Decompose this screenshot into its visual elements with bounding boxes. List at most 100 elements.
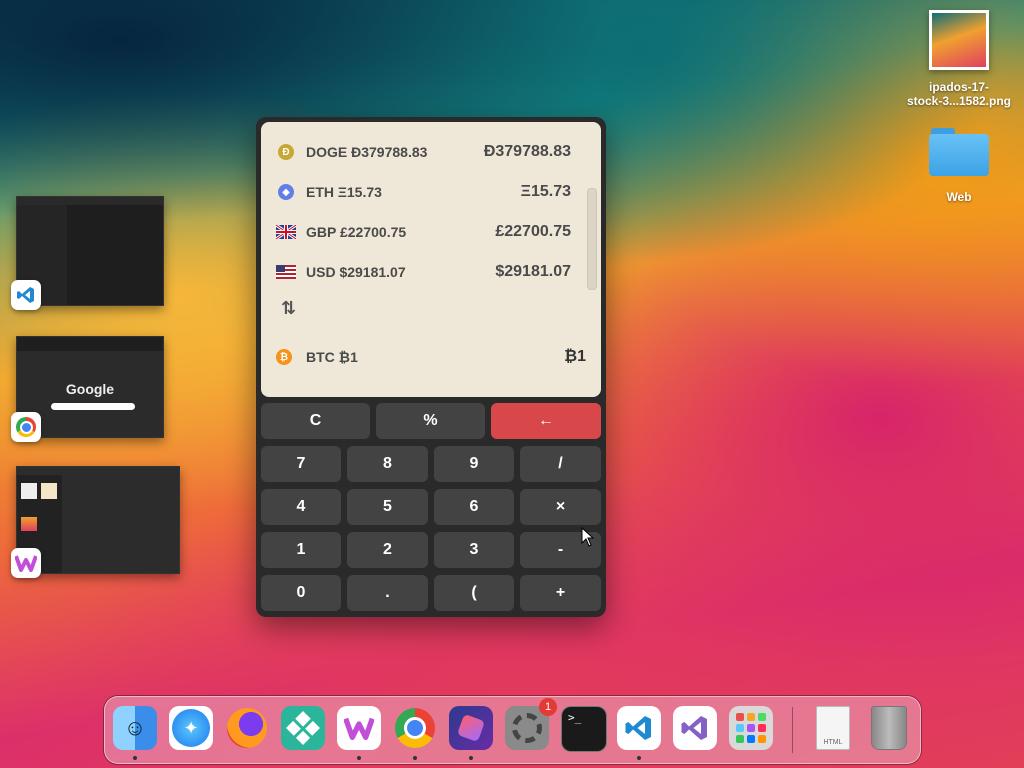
clear-button[interactable]: C (261, 403, 370, 439)
doge-coin-icon: Ð (278, 144, 294, 160)
display-scrollbar[interactable] (587, 188, 597, 290)
paren-button[interactable]: ( (434, 575, 514, 611)
chrome-running-indicator (413, 756, 417, 760)
doge-value: Ð379788.83 (483, 143, 571, 160)
trash-icon (871, 706, 907, 750)
dock-launchpad[interactable] (729, 706, 773, 750)
btc-coin-icon: ₿ (276, 349, 292, 365)
eth-row[interactable]: ◆ ETH Ξ15.73 Ξ15.73 (276, 180, 571, 204)
key-2[interactable]: 2 (347, 532, 428, 568)
dock-waydroid[interactable] (337, 706, 381, 750)
waydroid-app-badge[interactable] (11, 548, 41, 578)
currency-calculator-window: Ð DOGE Ð379788.83 Ð379788.83 ◆ ETH Ξ15.7… (256, 117, 606, 617)
multiply-button[interactable]: × (520, 489, 601, 525)
usd-value: $29181.07 (495, 263, 571, 280)
vscode-icon (17, 287, 34, 303)
chrome-icon (395, 708, 435, 748)
eth-value: Ξ15.73 (520, 183, 571, 200)
settings-icon (512, 713, 542, 743)
key-3[interactable]: 3 (434, 532, 514, 568)
conversion-display: Ð DOGE Ð379788.83 Ð379788.83 ◆ ETH Ξ15.7… (261, 122, 601, 397)
dock-html-file[interactable]: HTML (811, 706, 855, 750)
dock-firefox[interactable] (225, 706, 269, 750)
doge-row[interactable]: Ð DOGE Ð379788.83 Ð379788.83 (276, 140, 571, 164)
waydroid-thumbnail-image1 (21, 483, 37, 499)
settings-notification-badge: 1 (539, 698, 557, 716)
usd-label: USD $29181.07 (306, 264, 406, 280)
dock-chrome[interactable] (393, 706, 437, 750)
image-file-thumbnail (929, 10, 989, 70)
mouse-cursor-icon (581, 527, 595, 547)
key-7[interactable]: 7 (261, 446, 341, 482)
firefox-icon (227, 708, 267, 748)
vscode-running-indicator (637, 756, 641, 760)
dock-shortcuts[interactable] (449, 706, 493, 750)
image-file-label-line2: stock-3...1582.png (906, 94, 1012, 108)
us-flag-icon (276, 265, 296, 279)
percent-button[interactable]: % (376, 403, 485, 439)
uk-flag-icon (276, 225, 296, 239)
waydroid-thumbnail-image2 (41, 483, 57, 499)
key-5[interactable]: 5 (347, 489, 428, 525)
dock-separator (792, 707, 793, 753)
desktop-image-file[interactable]: ipados-17- stock-3...1582.png (902, 10, 1016, 108)
folder-label: Web (946, 190, 972, 204)
eth-coin-icon: ◆ (278, 184, 294, 200)
plus-button[interactable]: + (520, 575, 601, 611)
chrome-app-badge[interactable] (11, 412, 41, 442)
btc-base-row[interactable]: ₿ BTC ₿1 ₿1 (276, 345, 586, 369)
vscode-app-badge[interactable] (11, 280, 41, 310)
desktop-folder-web[interactable]: Web (928, 126, 990, 204)
html-file-label: HTML (823, 739, 843, 746)
shortcuts-running-indicator (469, 756, 473, 760)
image-file-label-line1: ipados-17- (928, 80, 989, 94)
shortcuts-icon (456, 713, 486, 743)
vscode-icon (625, 716, 651, 740)
chrome-thumbnail-tabbar (17, 337, 163, 351)
key-0[interactable]: 0 (261, 575, 341, 611)
decimal-button[interactable]: . (347, 575, 428, 611)
doge-label: DOGE Ð379788.83 (306, 144, 428, 160)
dock-terminal[interactable]: >_ (561, 706, 607, 752)
launchpad-icon (736, 713, 766, 743)
terminal-icon: >_ (568, 711, 582, 724)
eth-label: ETH Ξ15.73 (306, 184, 382, 200)
dock-safari[interactable]: ✦ (169, 706, 213, 750)
btc-value: ₿1 (564, 348, 586, 365)
dock-finder[interactable]: ☺ (113, 706, 157, 750)
visual-studio-icon (681, 716, 707, 740)
folder-icon (929, 126, 989, 176)
waydroid-running-indicator (357, 756, 361, 760)
dock-vscode[interactable] (617, 706, 661, 750)
waydroid-icon (344, 717, 374, 740)
gbp-row[interactable]: GBP £22700.75 £22700.75 (276, 220, 571, 244)
backspace-button[interactable]: ← (491, 403, 601, 439)
gbp-value: £22700.75 (495, 223, 571, 240)
key-1[interactable]: 1 (261, 532, 341, 568)
key-6[interactable]: 6 (434, 489, 514, 525)
divide-button[interactable]: / (520, 446, 601, 482)
usd-row[interactable]: USD $29181.07 $29181.07 (276, 260, 571, 284)
vscode-thumbnail-titlebar (17, 197, 163, 205)
google-searchbar (51, 403, 135, 410)
dock-kodi[interactable] (281, 706, 325, 750)
kodi-icon (286, 711, 320, 745)
dock-trash[interactable] (867, 706, 911, 750)
chrome-icon (16, 417, 36, 437)
swap-arrows-icon[interactable]: ⇅ (281, 298, 296, 319)
gbp-label: GBP £22700.75 (306, 224, 407, 240)
finder-icon: ☺ (123, 715, 147, 740)
dock: ☺ ✦ 1 >_ HTML (104, 696, 921, 764)
dock-settings[interactable]: 1 (505, 698, 557, 750)
waydroid-icon (15, 555, 37, 572)
waydroid-thumbnail-image3 (21, 517, 37, 531)
dock-visual-studio[interactable] (673, 706, 717, 750)
html-file-icon: HTML (816, 706, 850, 750)
finder-running-indicator (133, 756, 137, 760)
key-8[interactable]: 8 (347, 446, 428, 482)
safari-icon: ✦ (172, 709, 210, 747)
google-logo: Google (65, 381, 115, 397)
key-9[interactable]: 9 (434, 446, 514, 482)
key-4[interactable]: 4 (261, 489, 341, 525)
btc-label: BTC ₿1 (306, 349, 358, 365)
